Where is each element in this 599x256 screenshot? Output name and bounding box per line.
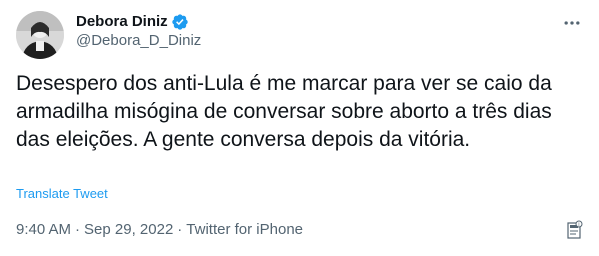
avatar[interactable] bbox=[16, 11, 64, 59]
meta-separator: · bbox=[177, 221, 183, 238]
author-display-name[interactable]: Debora Diniz bbox=[76, 12, 168, 32]
tweet-card: Debora Diniz @Debora_D_Diniz Desespero d… bbox=[0, 0, 599, 256]
author-handle[interactable]: @Debora_D_Diniz bbox=[76, 31, 201, 51]
svg-text:i: i bbox=[578, 222, 579, 228]
verified-badge-icon bbox=[171, 13, 189, 31]
tweet-metadata: 9:40 AM · Sep 29, 2022 · Twitter for iPh… bbox=[16, 220, 303, 240]
info-icon[interactable]: i bbox=[565, 220, 583, 240]
more-options-icon[interactable] bbox=[561, 12, 583, 34]
tweet-source[interactable]: Twitter for iPhone bbox=[186, 220, 303, 240]
translate-tweet-link[interactable]: Translate Tweet bbox=[16, 186, 108, 202]
author-name-row: Debora Diniz bbox=[76, 12, 189, 32]
tweet-text: Desespero dos anti-Lula é me marcar para… bbox=[16, 72, 552, 151]
meta-separator: · bbox=[75, 221, 81, 238]
tweet-date[interactable]: Sep 29, 2022 bbox=[84, 220, 173, 240]
tweet-time[interactable]: 9:40 AM bbox=[16, 220, 71, 240]
